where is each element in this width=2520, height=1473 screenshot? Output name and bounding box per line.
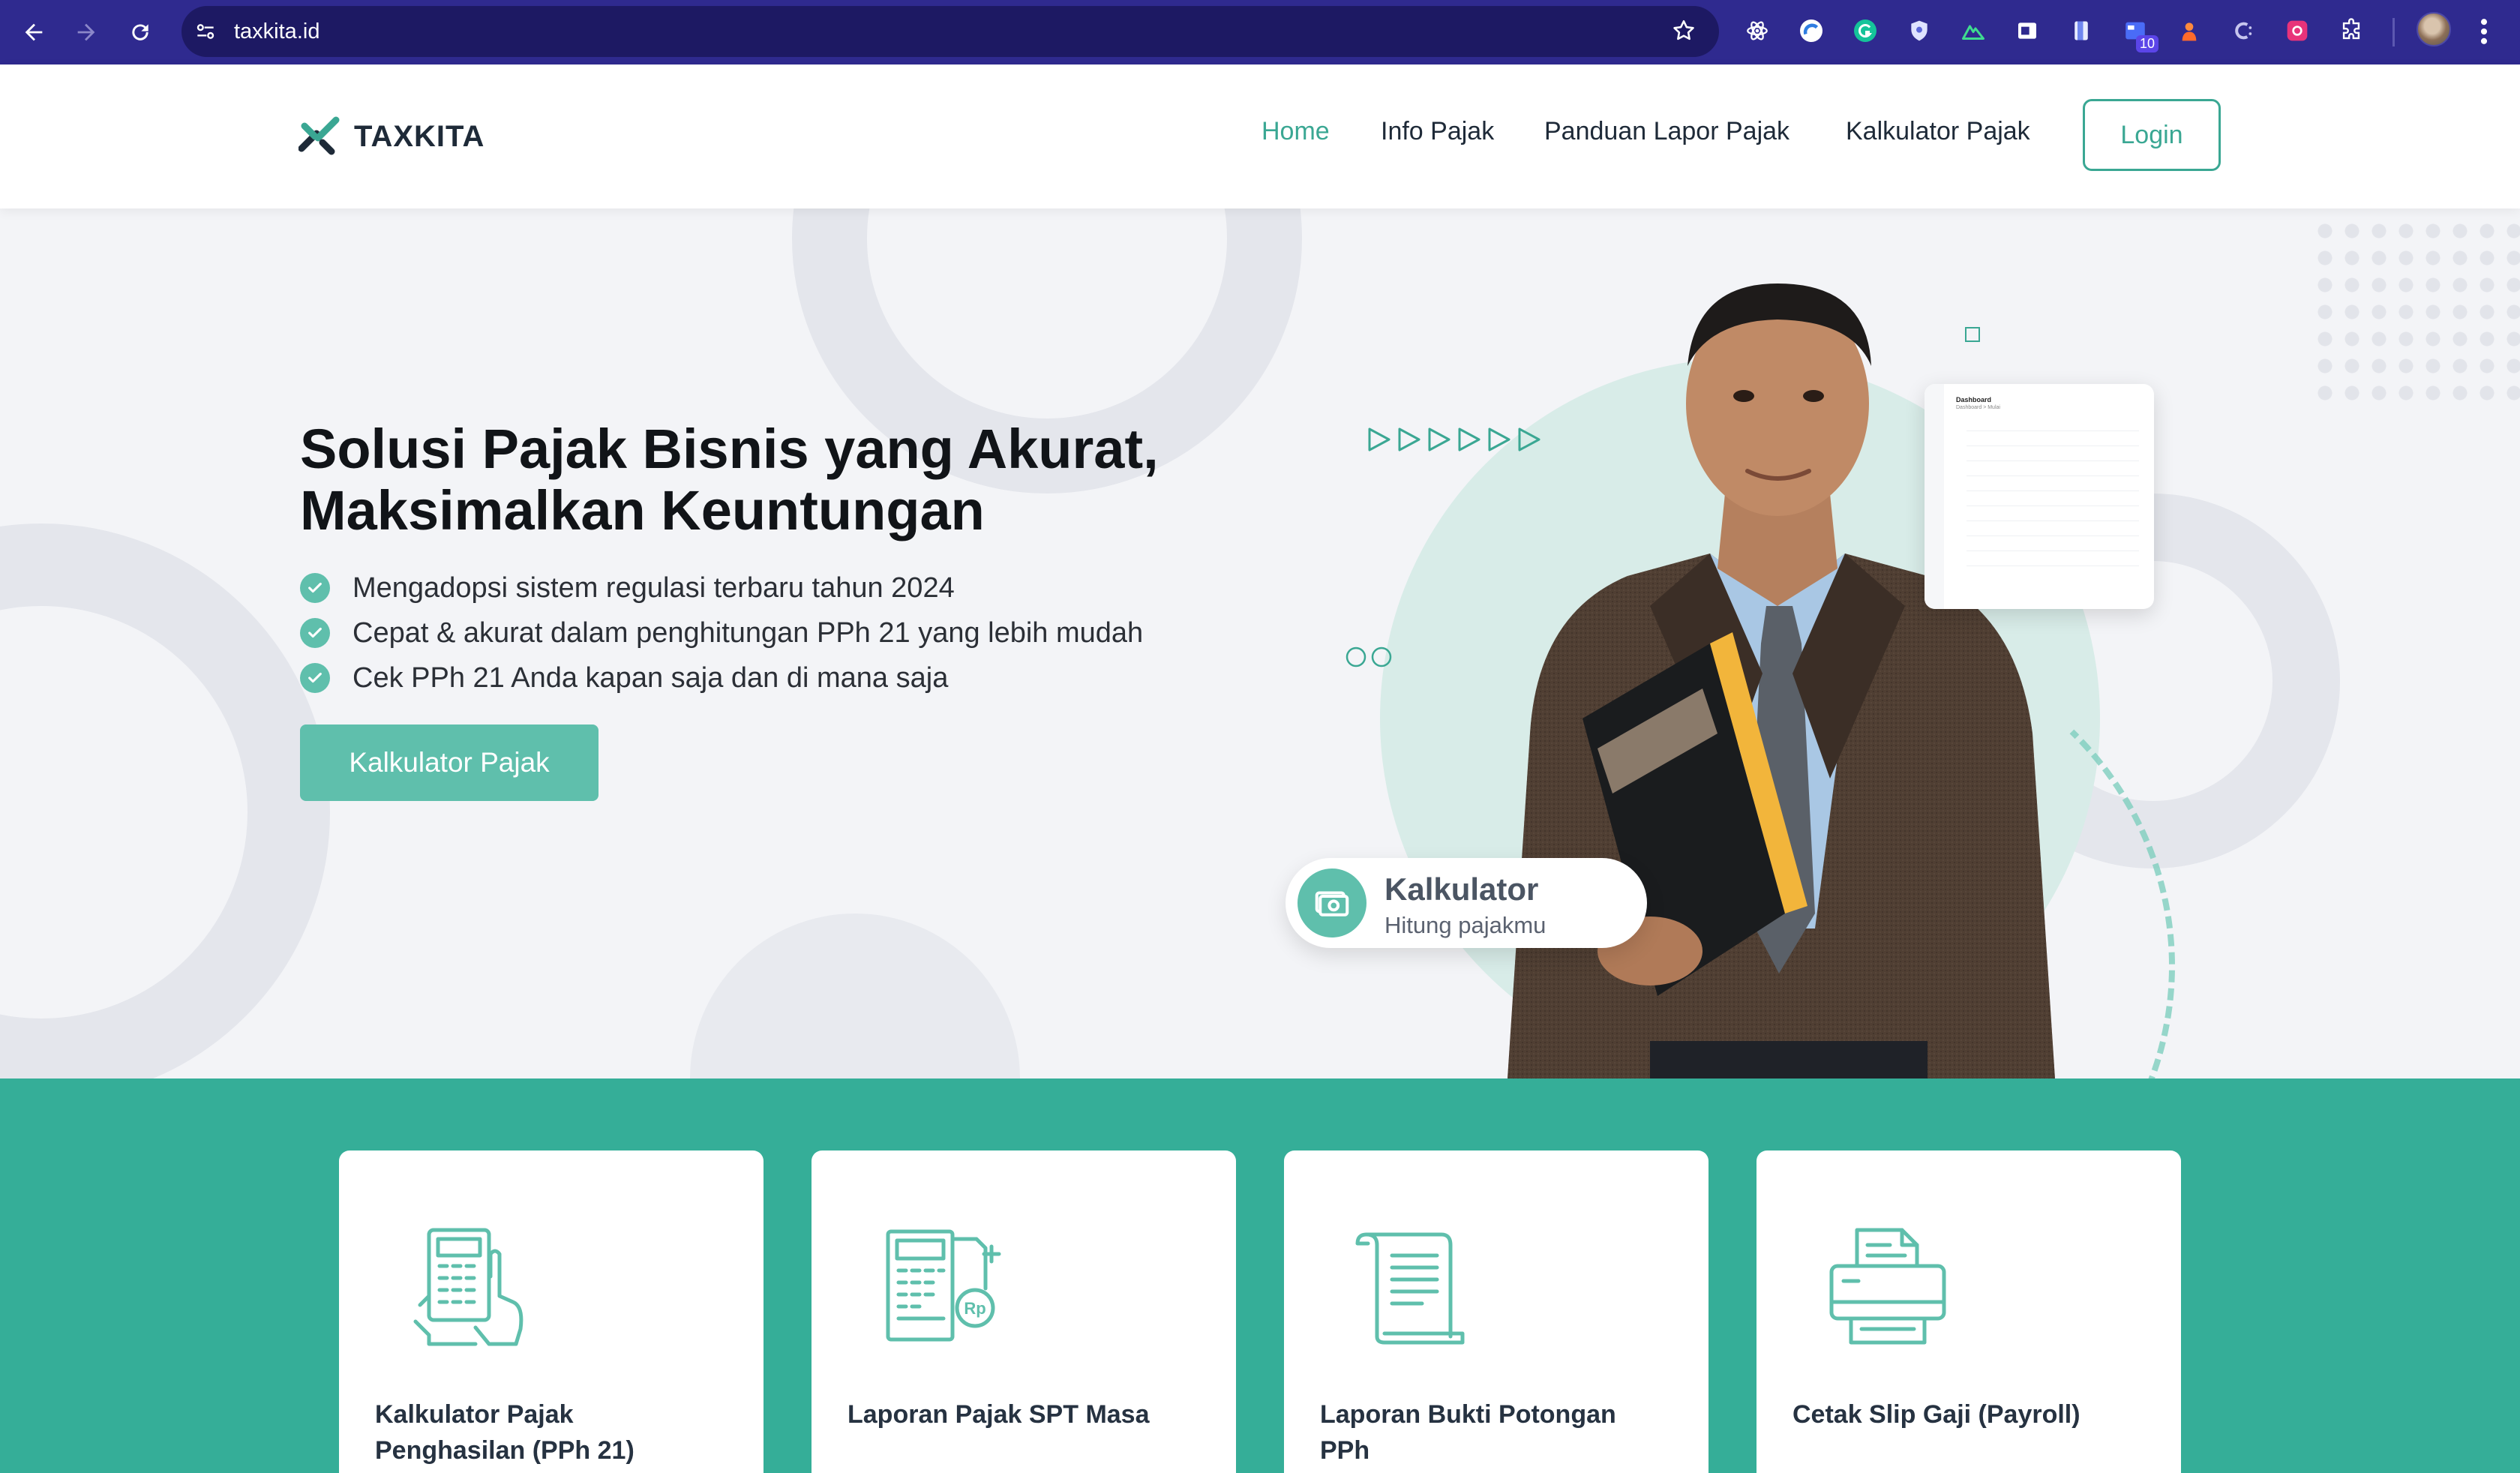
extension-fox-icon[interactable] bbox=[2172, 14, 2206, 48]
extension-window-icon[interactable] bbox=[2010, 14, 2044, 48]
toolbar-divider bbox=[2392, 18, 2395, 46]
service-title: Laporan Bukti Potongan PPh bbox=[1320, 1400, 1616, 1465]
nav-home[interactable]: Home bbox=[1262, 117, 1330, 146]
login-button[interactable]: Login bbox=[2083, 99, 2221, 171]
extension-atom-icon[interactable] bbox=[1740, 14, 1774, 48]
money-icon bbox=[1298, 868, 1366, 938]
site-info-icon[interactable] bbox=[194, 20, 218, 46]
feature-text: Mengadopsi sistem regulasi terbaru tahun… bbox=[352, 572, 955, 604]
feature-item: Cepat & akurat dalam penghitungan PPh 21… bbox=[300, 610, 1143, 656]
hero-title-line2: Maksimalkan Keuntungan bbox=[300, 479, 985, 542]
extension-badge: 10 bbox=[2135, 35, 2158, 52]
feature-item: Mengadopsi sistem regulasi terbaru tahun… bbox=[300, 566, 1143, 610]
feature-text: Cepat & akurat dalam penghitungan PPh 21… bbox=[352, 616, 1144, 649]
nav-kalkulator-pajak[interactable]: Kalkulator Pajak bbox=[1846, 117, 2030, 146]
dashboard-preview-subtitle: Dashboard > Mulai bbox=[1956, 405, 2000, 410]
extension-circle-icon[interactable] bbox=[1794, 14, 1828, 48]
dashboard-preview-row bbox=[1966, 460, 2139, 461]
service-title: Kalkulator Pajak Penghasilan (PPh 21) bbox=[375, 1400, 634, 1465]
extensions-puzzle-icon[interactable] bbox=[2334, 14, 2368, 48]
services-section: Kalkulator Pajak Penghasilan (PPh 21) Rp… bbox=[0, 1078, 2520, 1473]
svg-text:Rp: Rp bbox=[964, 1299, 986, 1318]
site-header: TAXKITA Home Info Pajak Panduan Lapor Pa… bbox=[0, 64, 2520, 208]
feature-list: Mengadopsi sistem regulasi terbaru tahun… bbox=[300, 566, 1143, 700]
extension-c-icon[interactable] bbox=[2226, 14, 2260, 48]
extension-tabs-icon[interactable]: 10 bbox=[2118, 14, 2158, 52]
hero-title-line1: Solusi Pajak Bisnis yang Akurat, bbox=[300, 418, 1159, 480]
service-card[interactable]: Cetak Slip Gaji (Payroll) bbox=[1756, 1150, 2181, 1473]
address-bar[interactable]: taxkita.id bbox=[182, 6, 1719, 57]
reload-icon[interactable] bbox=[122, 14, 159, 51]
dashboard-preview-row bbox=[1966, 550, 2139, 551]
hero-title: Solusi Pajak Bisnis yang Akurat, Maksima… bbox=[300, 418, 1238, 542]
taxkita-logo-icon bbox=[298, 116, 340, 155]
dashboard-preview-title: Dashboard bbox=[1956, 396, 1992, 404]
menu-kebab-icon[interactable] bbox=[2480, 15, 2488, 51]
feature-item: Cek PPh 21 Anda kapan saja dan di mana s… bbox=[300, 656, 1143, 700]
hero-section: Solusi Pajak Bisnis yang Akurat, Maksima… bbox=[0, 208, 2520, 1078]
service-card[interactable]: Laporan Bukti Potongan PPh bbox=[1284, 1150, 1708, 1473]
bookmark-star-icon[interactable] bbox=[1671, 18, 1696, 46]
extension-nuxt-icon[interactable] bbox=[1956, 14, 1990, 48]
brand-name: TAXKITA bbox=[354, 119, 485, 153]
service-title: Cetak Slip Gaji (Payroll) bbox=[1792, 1400, 2080, 1429]
service-title: Laporan Pajak SPT Masa bbox=[848, 1400, 1150, 1429]
profile-avatar[interactable] bbox=[2416, 12, 2451, 46]
scroll-document-icon bbox=[1355, 1232, 1465, 1345]
feature-text: Cek PPh 21 Anda kapan saja dan di mana s… bbox=[352, 662, 949, 694]
check-icon bbox=[300, 663, 330, 693]
kalkulator-widget-subtitle: Hitung pajakmu bbox=[1384, 912, 1546, 938]
extension-pink-gear-icon[interactable] bbox=[2280, 14, 2314, 48]
forward-icon[interactable] bbox=[68, 14, 105, 51]
dashboard-preview-row bbox=[1966, 430, 2139, 431]
tax-report-rp-icon: Rp bbox=[886, 1229, 1001, 1342]
dashboard-preview-row bbox=[1966, 520, 2139, 521]
check-icon bbox=[300, 573, 330, 603]
extension-shield-icon[interactable] bbox=[1902, 14, 1936, 48]
check-icon bbox=[300, 618, 330, 648]
browser-toolbar: taxkita.id 10 bbox=[0, 0, 2520, 64]
kalkulator-widget[interactable]: Kalkulator Hitung pajakmu bbox=[1286, 858, 1647, 948]
dashboard-preview-row bbox=[1966, 490, 2139, 491]
printer-icon bbox=[1829, 1228, 1946, 1345]
extension-docs-icon[interactable] bbox=[2064, 14, 2098, 48]
dashboard-preview-card: Dashboard Dashboard > Mulai bbox=[1924, 384, 2154, 609]
decor-double-circle bbox=[1344, 644, 1396, 674]
calculator-hand-icon bbox=[413, 1228, 524, 1346]
decor-dot-grid bbox=[2312, 218, 2520, 405]
dashboard-preview-sidebar bbox=[1924, 384, 1944, 609]
brand-logo[interactable]: TAXKITA bbox=[298, 116, 484, 158]
service-card[interactable]: Rp Laporan Pajak SPT Masa bbox=[812, 1150, 1236, 1473]
decor-ring-left bbox=[0, 524, 330, 1078]
back-icon[interactable] bbox=[15, 14, 52, 51]
decor-blob-bottom bbox=[690, 914, 1020, 1078]
service-card[interactable]: Kalkulator Pajak Penghasilan (PPh 21) bbox=[339, 1150, 764, 1473]
nav-panduan-lapor-pajak[interactable]: Panduan Lapor Pajak bbox=[1544, 117, 1790, 146]
cta-kalkulator-pajak-button[interactable]: Kalkulator Pajak bbox=[300, 724, 598, 801]
nav-info-pajak[interactable]: Info Pajak bbox=[1381, 117, 1494, 146]
extension-grammarly-icon[interactable] bbox=[1848, 14, 1882, 48]
businessman-photo bbox=[1508, 284, 2055, 1078]
kalkulator-widget-title: Kalkulator bbox=[1384, 872, 1539, 907]
url-text[interactable]: taxkita.id bbox=[234, 20, 320, 44]
